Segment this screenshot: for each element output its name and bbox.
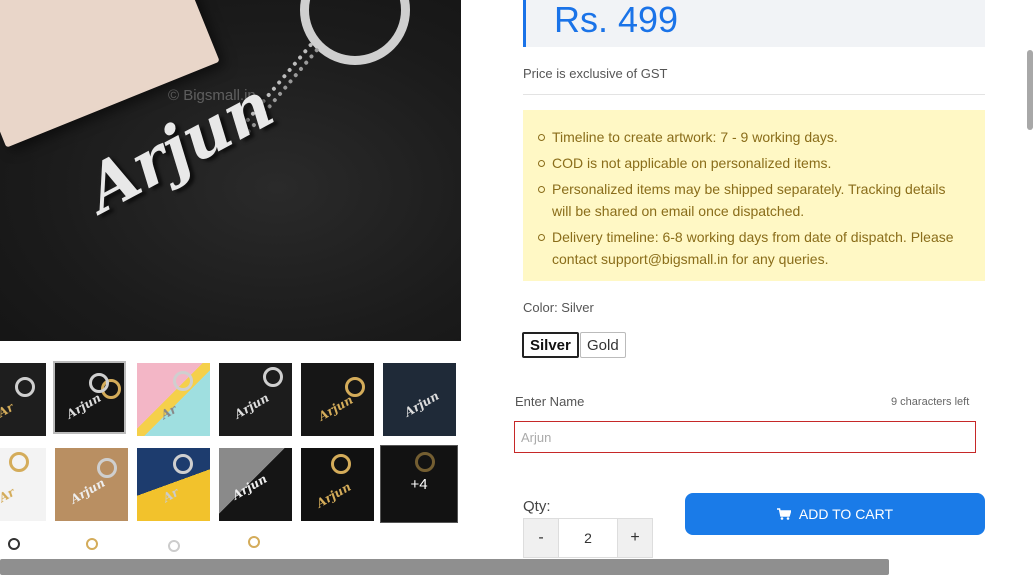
decrement-button[interactable]: - xyxy=(524,519,558,557)
quantity-value[interactable]: 2 xyxy=(558,519,618,557)
thumb-name-text: Arjun xyxy=(314,479,354,511)
product-price: Rs. 499 xyxy=(554,0,679,40)
divider xyxy=(523,94,985,95)
thumb-ring xyxy=(89,373,109,393)
thumb-ring-partial xyxy=(168,540,180,552)
thumb-name-text: Arjun xyxy=(68,475,108,507)
color-option-gold[interactable]: Gold xyxy=(580,332,626,358)
thumb-name-text: Ar xyxy=(160,485,182,505)
thumb-name-text: Ar xyxy=(0,400,17,420)
thumbnail[interactable]: Ar xyxy=(137,448,210,521)
thumbnail[interactable]: Ar xyxy=(137,363,210,436)
name-input[interactable] xyxy=(514,421,976,453)
thumbnail-gallery: Ar Arjun Ar Arjun Arjun Arjun Ar Arjun A… xyxy=(0,360,461,560)
thumbnail[interactable]: Arjun xyxy=(383,363,456,436)
keyring-ring xyxy=(300,0,410,65)
thumb-name-text: Arjun xyxy=(232,390,272,422)
product-main-image[interactable]: © Bigsmall.in Arjun xyxy=(0,0,461,341)
thumbnail[interactable]: Arjun xyxy=(55,448,128,521)
thumbnail[interactable]: Ar xyxy=(0,448,46,521)
gst-note: Price is exclusive of GST xyxy=(523,66,668,81)
name-field-label: Enter Name xyxy=(515,394,585,409)
color-option-silver[interactable]: Silver xyxy=(522,332,579,358)
thumbnail[interactable]: Arjun xyxy=(219,363,292,436)
thumb-name-text: Arjun xyxy=(64,390,104,422)
quantity-stepper: - 2 + xyxy=(523,518,653,558)
thumb-ring-partial xyxy=(86,538,98,550)
horizontal-scrollbar[interactable] xyxy=(0,559,889,575)
thumb-ring xyxy=(173,454,193,474)
thumbnail[interactable]: Arjun xyxy=(53,361,126,434)
add-to-cart-label: ADD TO CART xyxy=(798,506,894,522)
thumb-ring-partial xyxy=(8,538,20,550)
thumb-ring-partial xyxy=(248,536,260,548)
color-label: Color: Silver xyxy=(523,300,594,315)
notice-item: Delivery timeline: 6-8 working days from… xyxy=(538,226,965,270)
shipping-notice: Timeline to create artwork: 7 - 9 workin… xyxy=(523,110,985,281)
thumb-ring xyxy=(9,452,29,472)
thumb-ring xyxy=(173,371,193,391)
thumb-ring xyxy=(263,367,283,387)
vertical-scrollbar[interactable] xyxy=(1027,50,1033,130)
more-images-label: +4 xyxy=(381,446,457,522)
notice-item: Personalized items may be shipped separa… xyxy=(538,178,965,222)
increment-button[interactable]: + xyxy=(618,519,652,557)
thumb-ring xyxy=(15,377,35,397)
cart-icon xyxy=(776,508,791,520)
thumbnail[interactable]: Arjun xyxy=(301,363,374,436)
quantity-label: Qty: xyxy=(523,498,551,515)
notice-item: Timeline to create artwork: 7 - 9 workin… xyxy=(538,126,965,148)
add-to-cart-button[interactable]: ADD TO CART xyxy=(685,493,985,535)
thumb-name-text: Arjun xyxy=(316,392,356,424)
thumbnail[interactable]: Arjun xyxy=(219,448,292,521)
notice-list: Timeline to create artwork: 7 - 9 workin… xyxy=(538,126,965,270)
price-box: Rs. 499 xyxy=(523,0,985,47)
thumb-ring xyxy=(331,454,351,474)
thumbnail-more[interactable]: +4 xyxy=(380,445,458,523)
characters-left: 9 characters left xyxy=(891,396,970,408)
notice-item: COD is not applicable on personalized it… xyxy=(538,152,965,174)
thumb-name-text: Arjun xyxy=(230,471,270,503)
thumb-name-text: Arjun xyxy=(402,388,442,420)
thumbnail[interactable]: Arjun xyxy=(301,448,374,521)
thumbnail[interactable]: Ar xyxy=(0,363,46,436)
thumb-name-text: Ar xyxy=(0,485,18,505)
thumb-name-text: Ar xyxy=(158,402,180,422)
